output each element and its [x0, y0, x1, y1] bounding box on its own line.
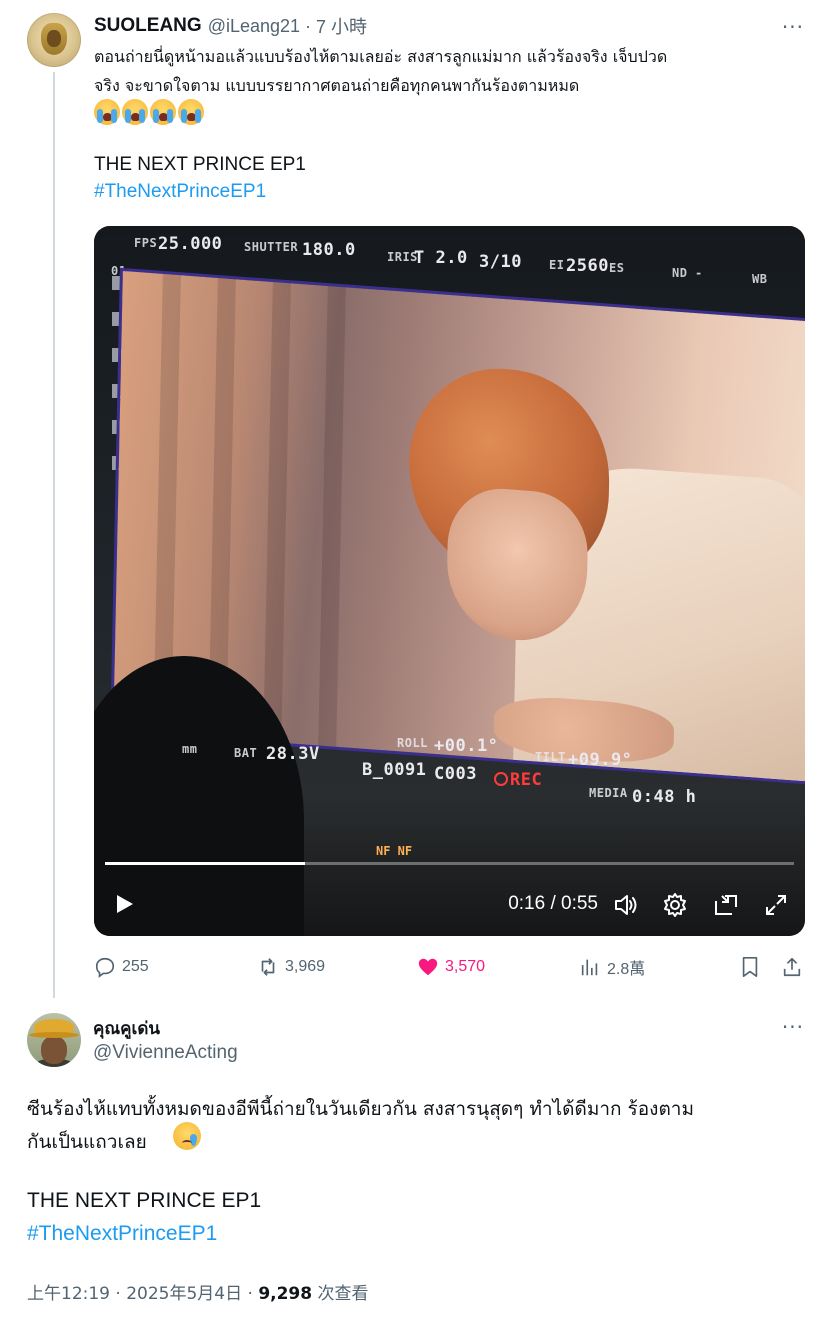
- tweet-header: SUOLEANG @iLeang21 · 7 小時: [94, 13, 367, 39]
- crying-face-icon: [173, 1122, 201, 1150]
- hud-roll-label: ROLL: [397, 736, 428, 750]
- tweet-reply[interactable]: คุณคูเด่น @VivienneActing ··· ซีนร้องไห้…: [5, 998, 832, 1326]
- tweet-text-line-1: ซีนร้องไห้แทบทั้งหมดของอีพีนี้ถ่ายในวันเ…: [27, 1098, 694, 1120]
- hud-mm: mm: [182, 742, 198, 756]
- hud-nd-label: ND: [672, 266, 688, 280]
- hud-shutter-label: SHUTTER: [244, 240, 299, 254]
- volume-button[interactable]: [613, 892, 639, 918]
- hud-ei-suffix: ES: [609, 261, 625, 275]
- video-time: 0:16 / 0:55: [494, 893, 598, 915]
- avatar[interactable]: [27, 1013, 81, 1067]
- separator-dot: ·: [305, 15, 312, 36]
- repost-button[interactable]: 3,969: [257, 952, 325, 982]
- bar-chart-icon: [581, 959, 598, 976]
- hud-tilt-label: TILT: [535, 750, 566, 764]
- views-count: 9,298: [258, 1284, 313, 1304]
- hud-iris-value: T 2.0: [414, 248, 468, 268]
- hud-shutter-value: 180.0: [302, 240, 356, 260]
- duration: 0:55: [561, 893, 598, 914]
- timestamp-relative[interactable]: 7 小時: [316, 13, 367, 39]
- tweet-meta: 上午12:19 · 2025年5月4日 · 9,298 次查看: [27, 1279, 369, 1304]
- tweet-actions: 255 3,969 3,570 2.8萬: [94, 952, 805, 982]
- hud-fps-value: 25.000: [158, 234, 223, 254]
- play-button[interactable]: [112, 892, 136, 916]
- bookmark-icon: [742, 957, 758, 977]
- more-options-button[interactable]: ···: [782, 1015, 804, 1039]
- hud-tilt-value: +09.9°: [568, 750, 633, 770]
- repost-icon: [261, 958, 275, 976]
- play-icon: [117, 895, 133, 913]
- volume-icon: [615, 895, 637, 915]
- display-name[interactable]: SUOLEANG: [94, 15, 202, 37]
- handle[interactable]: @VivienneActing: [93, 1042, 238, 1064]
- reply-button[interactable]: 255: [94, 952, 149, 982]
- dock-video-button[interactable]: [713, 892, 739, 918]
- hud-roll-value: +00.1°: [434, 736, 499, 756]
- current-time: 0:16: [508, 893, 546, 914]
- hud-ei-label: EI: [549, 258, 565, 272]
- views-count: 2.8萬: [607, 961, 646, 978]
- tweet-text-line-2: จริง จะขาดใจตาม แบบบรรยากาศตอนถ่ายคือทุก…: [94, 76, 580, 95]
- crest-inner-shape: [47, 30, 61, 47]
- avatar-hat-brim: [29, 1032, 79, 1038]
- heart-filled-icon: [418, 958, 438, 976]
- show-title: THE NEXT PRINCE EP1: [94, 154, 306, 175]
- loudly-crying-face-icon: [178, 99, 204, 125]
- hud-tally: NF NF: [376, 844, 413, 858]
- hud-bat-label: BAT: [234, 746, 258, 760]
- avatar[interactable]: [27, 13, 81, 67]
- hud-rec: REC: [494, 770, 542, 790]
- hud-rec-label: REC: [510, 770, 543, 790]
- hashtag-link[interactable]: #TheNextPrinceEP1: [94, 181, 266, 203]
- loudly-crying-face-icon: [94, 99, 120, 125]
- reply-count: 255: [122, 958, 149, 975]
- curtain-fold: [318, 286, 346, 747]
- share-button[interactable]: [781, 952, 809, 982]
- share-icon: [783, 957, 801, 977]
- hud-bat-value: 28.3V: [266, 744, 320, 764]
- hud-nd-value: -: [695, 266, 703, 280]
- like-count: 3,570: [445, 958, 486, 975]
- tweet-text-line-2: กันเป็นแถวเลย: [27, 1131, 147, 1153]
- video-player[interactable]: FPS 25.000 SHUTTER 180.0 IRIS T 2.0 3/10…: [94, 226, 805, 936]
- hud-fraction: 3/10: [479, 252, 522, 272]
- hashtag-link[interactable]: #TheNextPrinceEP1: [27, 1222, 217, 1246]
- hud-fps-label: FPS: [134, 236, 158, 250]
- show-title: THE NEXT PRINCE EP1: [27, 1189, 262, 1212]
- handle[interactable]: @iLeang21: [208, 16, 300, 37]
- repost-count: 3,969: [285, 958, 326, 975]
- tweet-text-line-1: ตอนถ่ายนี่ดูหน้ามอแล้วแบบร้องไห้ตามเลยอ่…: [94, 47, 668, 66]
- avatar-face: [41, 1036, 67, 1064]
- time-separator: /: [545, 893, 562, 914]
- views-label: 次查看: [312, 1284, 369, 1304]
- fullscreen-button[interactable]: [763, 892, 789, 918]
- display-name[interactable]: คุณคูเด่น: [93, 1015, 160, 1042]
- like-button[interactable]: 3,570: [417, 952, 485, 982]
- timestamp[interactable]: 上午12:19 · 2025年5月4日 ·: [27, 1284, 258, 1304]
- thread-connector-line: [53, 72, 55, 1007]
- video-progress-fill: [105, 862, 305, 865]
- reply-icon: [95, 957, 115, 978]
- fullscreen-icon: [766, 895, 786, 915]
- gear-icon: [664, 893, 686, 917]
- loudly-crying-face-icon: [122, 99, 148, 125]
- tweet-original[interactable]: SUOLEANG @iLeang21 · 7 小時 ··· ตอนถ่ายนี่…: [0, 0, 832, 1007]
- hud-clip: B_0091: [362, 760, 427, 780]
- video-progress-bar[interactable]: [105, 862, 794, 865]
- curtain-fold: [263, 282, 291, 743]
- hud-clip2: C003: [434, 764, 477, 784]
- more-options-button[interactable]: ···: [782, 15, 804, 39]
- video-frame: FPS 25.000 SHUTTER 180.0 IRIS T 2.0 3/10…: [94, 226, 805, 936]
- hud-ei-value: 2560: [566, 256, 609, 276]
- views-button[interactable]: 2.8萬: [579, 952, 645, 982]
- hud-wb-label: WB: [752, 272, 768, 286]
- hud-media-label: MEDIA: [589, 786, 628, 800]
- rec-dot-icon: [494, 772, 508, 786]
- dock-icon: [715, 895, 737, 915]
- bookmark-button[interactable]: [739, 952, 767, 982]
- emoji-row: [94, 99, 204, 125]
- settings-button[interactable]: [662, 892, 688, 918]
- hud-media-value: 0:48 h: [632, 787, 697, 807]
- loudly-crying-face-icon: [150, 99, 176, 125]
